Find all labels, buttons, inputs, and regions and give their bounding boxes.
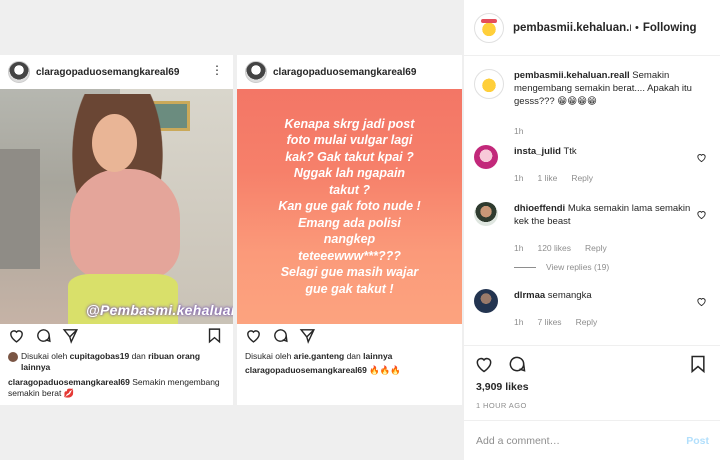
avatar	[8, 352, 18, 362]
embedded-post-header: claragopaduosemangkareal69 ⋮	[0, 55, 233, 89]
comment-meta: 1h	[514, 126, 523, 136]
comment-likes[interactable]: 120 likes	[537, 243, 571, 253]
embedded-photo: @Pembasmi.kehaluan.real	[0, 89, 233, 324]
caption-username: claragopaduosemangkareal69	[8, 377, 130, 387]
embedded-post-username: claragopaduosemangkareal69	[36, 66, 180, 78]
comment-input[interactable]	[476, 434, 687, 447]
comment-username[interactable]: dlrmaa	[514, 290, 545, 301]
post-image-collage: claragopaduosemangkareal69 ⋮ @Pembasmi.k…	[0, 0, 463, 460]
quote-card: Kenapa skrg jadi post foto mulai vulgar …	[237, 89, 462, 324]
comment-content: semangka	[545, 290, 592, 301]
comment-text: pembasmii.kehaluan.reall Semakin mengemb…	[514, 69, 713, 108]
panel-header: pembasmii.kehaluan.re • Following	[464, 0, 720, 56]
caption-text: 🔥🔥🔥	[366, 365, 402, 375]
comment-icon	[37, 329, 51, 343]
reply-button[interactable]: Reply	[571, 173, 593, 183]
embedded-post-quote: claragopaduosemangkareal69 Kenapa skrg j…	[237, 55, 462, 405]
liked-by-user: cupitagobas19	[69, 351, 130, 361]
heart-icon	[10, 330, 23, 343]
add-comment-bar: Post	[464, 420, 720, 460]
divider	[464, 345, 720, 346]
liked-by-others: lainnya	[363, 351, 393, 361]
heart-small-icon[interactable]	[696, 209, 707, 220]
comment-meta: 1h 120 likes Reply	[514, 243, 607, 253]
liked-by-suffix: dan	[129, 351, 149, 361]
avatar[interactable]	[474, 12, 504, 43]
post-timestamp: 1 HOUR AGO	[476, 401, 527, 410]
avatar	[245, 61, 267, 83]
comment-text: dlrmaa semangka	[514, 289, 691, 302]
liked-by-text: Disukai oleh cupitagobas19 dan ribuan or…	[8, 351, 227, 373]
following-button[interactable]: Following	[643, 22, 697, 34]
comment-likes[interactable]: 7 likes	[537, 317, 561, 327]
liked-by-user: arie.ganteng	[293, 351, 345, 361]
comment-text: dhioeffendi Muka semakin lama semakin ke…	[514, 202, 691, 228]
more-options-icon: ⋮	[211, 63, 223, 77]
comment-meta: 1h 1 like Reply	[514, 173, 593, 183]
liked-by-suffix: dan	[344, 351, 364, 361]
comment-username[interactable]: insta_julid	[514, 146, 561, 157]
header-separator: •	[635, 21, 639, 34]
share-icon	[299, 329, 315, 344]
avatar[interactable]	[474, 289, 498, 313]
comment-username[interactable]: pembasmii.kehaluan.reall	[514, 70, 630, 81]
embedded-caption: claragopaduosemangkareal69 🔥🔥🔥	[245, 365, 456, 376]
reply-button[interactable]: Reply	[585, 243, 607, 253]
likes-count[interactable]: 3,909 likes	[476, 381, 529, 393]
comment-time: 1h	[514, 317, 524, 327]
post-button[interactable]: Post	[686, 435, 709, 447]
avatar[interactable]	[474, 69, 504, 99]
heart-icon	[247, 330, 260, 343]
comments-panel: pembasmii.kehaluan.re • Following pembas…	[463, 0, 720, 460]
bookmark-icon	[208, 328, 221, 344]
embedded-post-username: claragopaduosemangkareal69	[273, 66, 417, 78]
caption-username: claragopaduosemangkareal69	[245, 365, 367, 375]
view-replies-button[interactable]: View replies (19)	[514, 262, 609, 272]
comment-icon	[274, 329, 288, 343]
comment-text: insta_julid Ttk	[514, 145, 691, 158]
avatar	[8, 61, 30, 83]
comment-time: 1h	[514, 126, 524, 136]
comment-list: pembasmii.kehaluan.reall Semakin mengemb…	[464, 57, 720, 345]
comment-username[interactable]: dhioeffendi	[514, 203, 565, 214]
comment-icon[interactable]	[507, 354, 527, 374]
bookmark-icon[interactable]	[688, 354, 708, 374]
embedded-post-photo: claragopaduosemangkareal69 ⋮ @Pembasmi.k…	[0, 55, 233, 405]
liked-by-text: Disukai oleh arie.ganteng dan lainnya	[245, 351, 456, 362]
heart-icon[interactable]	[474, 354, 494, 374]
comment-time: 1h	[514, 173, 524, 183]
share-icon	[62, 329, 78, 344]
avatar[interactable]	[474, 202, 498, 226]
comment-likes[interactable]: 1 like	[537, 173, 557, 183]
embedded-post-header: claragopaduosemangkareal69	[237, 55, 462, 89]
reply-button[interactable]: Reply	[576, 317, 598, 327]
embedded-caption: claragopaduosemangkareal69 Semakin menge…	[8, 377, 227, 399]
post-actions	[474, 354, 527, 374]
comment-meta: 1h 7 likes Reply	[514, 317, 597, 327]
view-replies-label[interactable]: View replies (19)	[546, 262, 609, 272]
photo-torso	[70, 169, 180, 279]
comment-content: Ttk	[560, 146, 577, 157]
photo-shelf	[0, 149, 40, 269]
comment-time: 1h	[514, 243, 524, 253]
watermark-text: @Pembasmi.kehaluan.real	[86, 302, 233, 318]
liked-by-prefix: Disukai oleh	[245, 351, 294, 361]
embedded-post-actions	[8, 327, 79, 344]
header-username[interactable]: pembasmii.kehaluan.re	[513, 22, 631, 34]
heart-small-icon[interactable]	[696, 152, 707, 163]
photo-face	[92, 114, 137, 172]
avatar[interactable]	[474, 145, 498, 169]
divider	[514, 266, 536, 268]
heart-small-icon[interactable]	[696, 296, 707, 307]
quote-text: Kenapa skrg jadi post foto mulai vulgar …	[278, 116, 421, 296]
embedded-post-actions	[245, 327, 316, 344]
liked-by-prefix: Disukai oleh	[21, 351, 70, 361]
